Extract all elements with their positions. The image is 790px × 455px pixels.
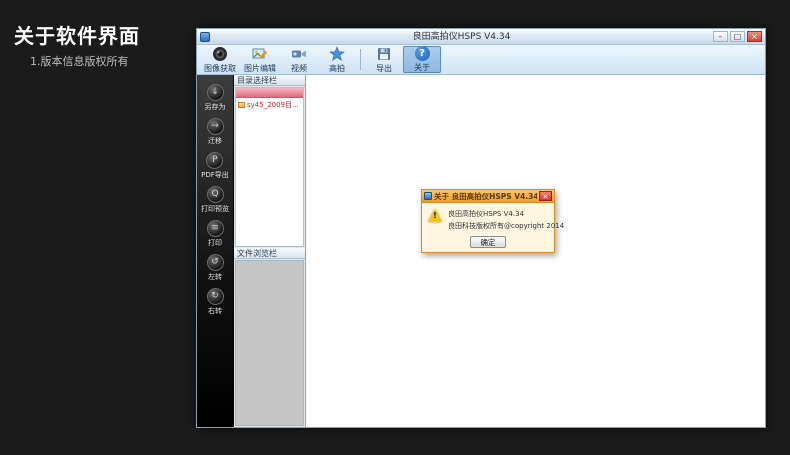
toolbar: 图像获取 图片编辑 视频 高拍 导出 ? 关于 [197, 45, 765, 75]
toolbar-button-label: 图片编辑 [244, 63, 276, 73]
dialog-text: 良田高拍仪HSPS V4.34 良田科技版权所有@copyright 2014 [448, 209, 564, 249]
toolbar-button-about[interactable]: ? 关于 [403, 46, 441, 73]
side-button-label: 另存为 [204, 103, 226, 111]
window-title: 良田高拍仪HSPS V4.34 [412, 31, 511, 42]
dialog-close-button[interactable]: × [539, 191, 552, 201]
close-button[interactable]: × [747, 31, 762, 42]
toolbar-button-label: 导出 [376, 63, 392, 73]
print-icon: ≡ [206, 220, 224, 237]
side-button-label: 左转 [208, 273, 222, 281]
warning-icon: ! [428, 209, 443, 223]
star-shot-icon [329, 45, 345, 62]
tree-selected-root-highlight[interactable] [236, 88, 303, 98]
export-icon [376, 46, 392, 62]
about-dialog: 关于 良田高拍仪HSPS V4.34 × ! 良田高拍仪HSPS V4.34 良… [421, 189, 564, 253]
side-button-label: 打印 [208, 239, 222, 247]
rotate-left-icon: ↺ [206, 254, 224, 271]
page-title: 关于软件界面 [14, 24, 140, 48]
directory-panel-header: 目录选择栏 [234, 75, 305, 86]
migrate-icon: → [206, 118, 224, 135]
toolbar-button-highshot[interactable]: 高拍 [318, 45, 356, 73]
folder-icon [238, 102, 245, 108]
tree-item-label: sy45_2009目... [247, 101, 299, 109]
maximize-button[interactable]: □ [730, 31, 745, 42]
dialog-line-copyright: 良田科技版权所有@copyright 2014 [448, 222, 565, 230]
toolbar-button-label: 高拍 [329, 63, 345, 73]
titlebar[interactable]: 良田高拍仪HSPS V4.34 – □ × [197, 29, 765, 45]
file-panel-header: 文件浏览栏 [234, 248, 305, 259]
side-button-save-as[interactable]: ↓ 另存为 [205, 84, 226, 112]
file-browser-area[interactable] [235, 260, 304, 426]
toolbar-button-export[interactable]: 导出 [365, 46, 403, 73]
dialog-body: ! 良田高拍仪HSPS V4.34 良田科技版权所有@copyright 201… [422, 203, 564, 252]
about-icon: ? [414, 46, 430, 61]
window-controls: – □ × [713, 31, 762, 42]
dialog-title: 关于 良田高拍仪HSPS V4.34 [434, 191, 537, 201]
tree-item[interactable]: sy45_2009目... [236, 98, 303, 112]
side-button-rotate-right[interactable]: ↻ 右转 [206, 288, 224, 316]
directory-tree[interactable]: sy45_2009目... [235, 87, 304, 247]
app-icon [200, 31, 210, 42]
question-glyph: ? [414, 46, 430, 61]
side-button-label: 打印预览 [201, 205, 229, 213]
side-button-pdf-export[interactable]: P PDF导出 [201, 152, 229, 180]
dialog-line-product: 良田高拍仪HSPS V4.34 [448, 210, 524, 218]
ok-button[interactable]: 确定 [470, 236, 506, 248]
page-subtitle: 1.版本信息版权所有 [30, 55, 129, 68]
side-button-print[interactable]: ≡ 打印 [206, 220, 224, 248]
camera-capture-icon [212, 46, 228, 62]
minimize-button[interactable]: – [713, 31, 728, 42]
toolbar-button-label: 图像获取 [204, 63, 236, 73]
pdf-export-icon: P [206, 152, 224, 169]
toolbar-button-video[interactable]: 视频 [280, 46, 318, 73]
warning-exclamation-glyph: ! [433, 211, 437, 220]
toolbar-button-label: 关于 [414, 63, 430, 72]
dialog-titlebar[interactable]: 关于 良田高拍仪HSPS V4.34 × [422, 190, 554, 203]
side-button-label: 迁移 [208, 137, 222, 145]
side-button-label: 右转 [208, 307, 222, 315]
side-button-label: PDF导出 [201, 171, 229, 179]
save-as-icon: ↓ [206, 84, 224, 101]
side-button-rotate-left[interactable]: ↺ 左转 [206, 254, 224, 282]
rotate-right-icon: ↻ [206, 288, 224, 305]
video-icon [291, 46, 307, 62]
toolbar-separator [360, 49, 361, 70]
toolbar-button-capture[interactable]: 图像获取 [200, 46, 240, 73]
side-button-migrate[interactable]: → 迁移 [206, 118, 224, 146]
side-toolbar: ↓ 另存为 → 迁移 P PDF导出 Q 打印预览 ≡ 打印 ↺ 左转 ↻ 右转 [197, 75, 234, 427]
dialog-app-icon [424, 192, 432, 200]
app-window: 良田高拍仪HSPS V4.34 – □ × 图像获取 图片编辑 视频 高拍 导出… [196, 28, 766, 428]
side-button-print-preview[interactable]: Q 打印预览 [201, 186, 229, 214]
toolbar-button-label: 视频 [291, 63, 307, 73]
toolbar-button-image-edit[interactable]: 图片编辑 [240, 46, 280, 73]
image-edit-icon [252, 46, 268, 62]
print-preview-icon: Q [206, 186, 224, 203]
browser-panel: 目录选择栏 sy45_2009目... 文件浏览栏 [234, 75, 306, 427]
